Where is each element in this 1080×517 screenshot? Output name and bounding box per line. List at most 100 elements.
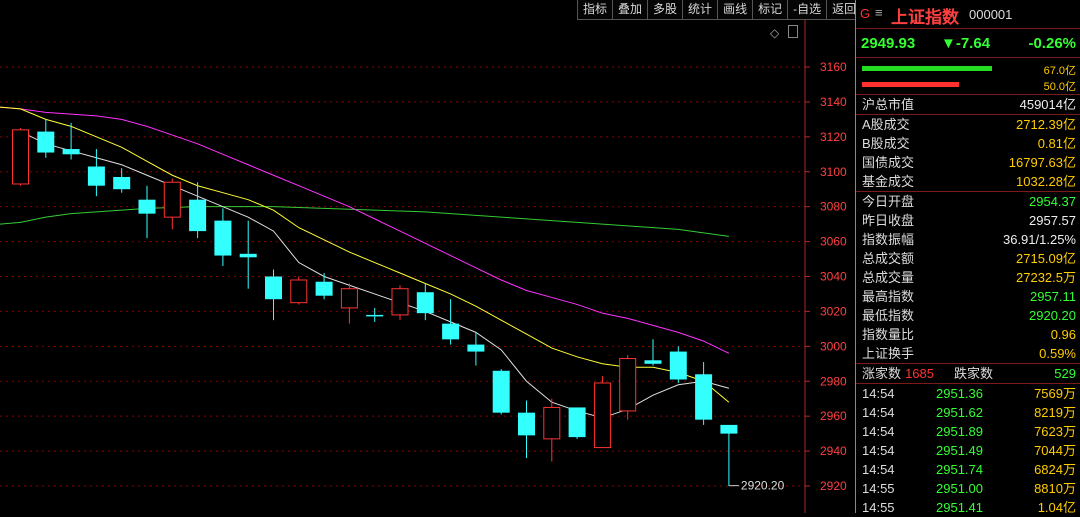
up-count-label: 涨家数: [862, 366, 902, 381]
candle-body-down: [492, 370, 510, 413]
y-tick-label: 3080: [820, 200, 847, 214]
stat-row-value: 2957.57: [1029, 213, 1076, 228]
stat-row: 指数振幅 36.91/1.25%: [856, 230, 1080, 249]
candle-body-down: [416, 292, 434, 314]
stat-row: 总成交额 2715.09亿: [856, 249, 1080, 268]
up-count: 1685: [905, 366, 934, 381]
index-code: 000001: [969, 7, 1013, 22]
candle-body-down: [720, 424, 738, 434]
volume-row-label: 国债成交: [862, 155, 915, 170]
stat-row-label: 今日开盘: [862, 194, 915, 209]
candle-body-down: [138, 199, 156, 214]
group-label[interactable]: G: [860, 6, 870, 21]
volume-row-value: 1032.28亿: [1016, 174, 1076, 189]
tick-price: 2951.36: [936, 386, 983, 401]
toolbar-button[interactable]: 叠加: [612, 0, 648, 20]
tick-time: 14:54: [862, 405, 895, 420]
down-count: 529: [1054, 366, 1076, 381]
stat-row-value: 0.59%: [1039, 346, 1076, 361]
y-tick-label: 3140: [820, 95, 847, 109]
candle-body-up: [543, 406, 561, 440]
volume-section: A股成交 2712.39亿 B股成交 0.81亿 国债成交 16797.63亿 基金成交 10…: [856, 115, 1080, 192]
candle-body-down: [442, 323, 460, 340]
tick-volume: 1.04亿: [1037, 500, 1076, 515]
candle-body-down: [518, 412, 535, 436]
y-tick-label: 2940: [820, 444, 847, 458]
volume-row-value: 16797.63亿: [1008, 155, 1076, 170]
tick-volume: 8810万: [1034, 481, 1076, 496]
y-tick-label: 3160: [820, 60, 847, 74]
candle-body-down: [265, 276, 282, 300]
candlestick-chart-svg[interactable]: 3160 3140 3120 3100 3080 3060 3040 3020 3000 2980…: [0, 0, 855, 513]
price-change: ▼-7.64: [941, 35, 991, 52]
toolbar-button[interactable]: 统计: [682, 0, 718, 20]
index-name: 上证指数: [891, 8, 959, 27]
candle-body-up: [619, 358, 637, 412]
toolbar-button[interactable]: 指标: [577, 0, 613, 20]
stat-row-value: 2715.09亿: [1016, 251, 1076, 266]
y-tick-label: 3100: [820, 165, 847, 179]
diamond-icon[interactable]: ◇: [770, 26, 779, 40]
stat-row: 最低指数 2920.20: [856, 306, 1080, 325]
y-tick-label: 3000: [820, 339, 847, 353]
candle-body-up: [12, 129, 29, 185]
tick-time: 14:54: [862, 386, 895, 401]
candle-body-down: [239, 253, 257, 258]
stat-row-label: 总成交额: [862, 251, 915, 266]
candle-body-down: [315, 281, 333, 296]
stat-row-label: 总成交量: [862, 270, 915, 285]
stat-row-value: 27232.5万: [1016, 270, 1076, 285]
stats-section: 今日开盘 2954.37 昨日收盘 2957.57 指数振幅 36.91/1.25% 总成交…: [856, 192, 1080, 364]
volume-row: 国债成交 16797.63亿: [856, 153, 1080, 172]
stat-row: 总成交量 27232.5万: [856, 268, 1080, 287]
toolbar-button[interactable]: 画线: [717, 0, 753, 20]
candle-body-down: [113, 176, 131, 190]
kline-chart[interactable]: 3160 3140 3120 3100 3080 3060 3040 3020 3000 2980…: [0, 0, 855, 513]
stat-row-label: 昨日收盘: [862, 213, 915, 228]
tick-row: 14:54 2951.49 7044万: [856, 441, 1080, 460]
tick-time: 14:54: [862, 424, 895, 439]
red-flow-bar: [862, 82, 959, 87]
down-count-label: 跌家数: [954, 366, 994, 381]
green-flow-bar: [862, 66, 993, 71]
stat-row-label: 最高指数: [862, 289, 915, 304]
tick-volume: 7044万: [1034, 443, 1076, 458]
candle-body-down: [669, 351, 687, 380]
y-tick-label: 3060: [820, 235, 847, 249]
toolbar-button[interactable]: 标记: [752, 0, 788, 20]
tick-row: 14:54 2951.89 7623万: [856, 422, 1080, 441]
scroll-toggle-icon[interactable]: [788, 25, 798, 38]
tick-price: 2951.49: [936, 443, 983, 458]
volume-row-value: 2712.39亿: [1016, 117, 1076, 132]
volume-row-label: B股成交: [862, 136, 910, 151]
stat-row-label: 最低指数: [862, 308, 915, 323]
candle-body-down: [467, 344, 485, 352]
tick-volume: 6824万: [1034, 462, 1076, 477]
volume-row: 基金成交 1032.28亿: [856, 172, 1080, 191]
panel-header: G ≡ 上证指数 000001: [856, 0, 1080, 29]
flow-bars: 67.0亿 50.0亿: [856, 58, 1080, 95]
market-cap-label: 沪总市值: [862, 97, 915, 112]
stat-row-label: 指数量比: [862, 327, 915, 342]
tick-price: 2951.74: [936, 462, 983, 477]
price-change-pct: -0.26%: [1028, 35, 1076, 52]
toolbar-button[interactable]: -自选: [787, 0, 827, 20]
red-flow-label: 50.0亿: [1043, 81, 1076, 93]
candle-body-up: [340, 288, 358, 309]
tick-list[interactable]: 14:54 2951.36 7569万 14:54 2951.62 8219万 14:54 2…: [856, 384, 1080, 517]
toolbar-button[interactable]: 多股: [647, 0, 683, 20]
tick-price: 2951.89: [936, 424, 983, 439]
quote-panel: G ≡ 上证指数 000001 2949.93 ▼-7.64 -0.26% 67…: [855, 0, 1080, 515]
ma-line-yellow: [0, 106, 730, 403]
candle-body-down: [87, 166, 105, 186]
quote-summary: 2949.93 ▼-7.64 -0.26%: [856, 29, 1080, 58]
candle-body-down: [214, 220, 232, 256]
tick-time: 14:55: [862, 481, 895, 496]
y-tick-label: 2920: [820, 479, 847, 493]
tick-time: 14:55: [862, 500, 895, 515]
stat-row: 今日开盘 2954.37: [856, 192, 1080, 211]
stat-row: 上证换手 0.59%: [856, 344, 1080, 363]
candle-body-down: [189, 199, 207, 232]
menu-icon[interactable]: ≡: [875, 5, 883, 20]
candle-body-down: [644, 360, 662, 364]
